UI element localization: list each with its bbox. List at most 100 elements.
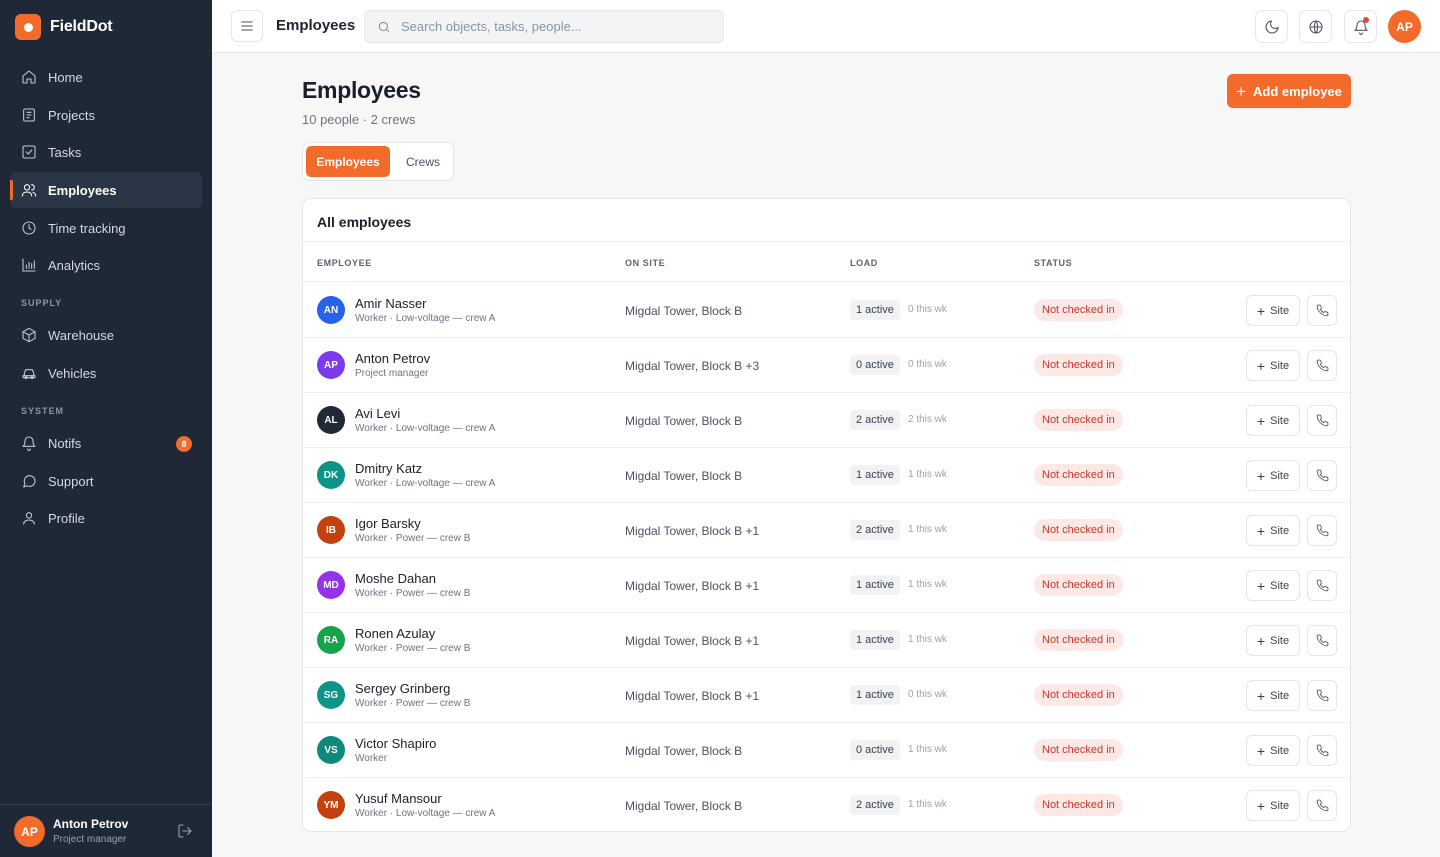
theme-toggle-button[interactable] [1255,10,1288,43]
search-input[interactable] [401,19,701,34]
assign-site-button[interactable]: + Site [1246,680,1300,711]
sidebar-item-home[interactable]: Home [10,59,202,95]
avatar: AN [317,296,345,324]
sidebar-item-time-tracking[interactable]: Time tracking [10,210,202,246]
plus-icon: + [1256,412,1266,429]
home-icon [21,69,37,85]
menu-toggle-button[interactable] [231,10,263,42]
table-row[interactable]: RA Ronen Azulay Worker · Power — crew B Mig… [303,613,1350,668]
table-row[interactable]: IB Igor Barsky Worker · Power — crew B Migd… [303,503,1350,558]
assign-site-button[interactable]: + Site [1246,295,1300,326]
logout-icon[interactable] [177,823,193,839]
status-badge: Not checked in [1034,739,1123,761]
weekly-load: 1 this wk [908,579,947,590]
brand-name: FieldDot [50,18,113,35]
assign-site-button[interactable]: + Site [1246,790,1300,821]
language-button[interactable] [1299,10,1332,43]
assign-site-button[interactable]: + Site [1246,625,1300,656]
sidebar-item-vehicles[interactable]: Vehicles [10,355,202,391]
call-button[interactable] [1307,295,1337,326]
current-user-role: Project manager [53,834,127,845]
notification-count-badge: 8 [176,436,192,452]
call-button[interactable] [1307,790,1337,821]
box-icon [21,327,37,343]
weekly-load: 1 this wk [908,524,947,535]
assign-site-button[interactable]: + Site [1246,735,1300,766]
call-button[interactable] [1307,625,1337,656]
employee-name[interactable]: Victor Shapiro [355,736,436,751]
assign-site-button[interactable]: + Site [1246,405,1300,436]
call-button[interactable] [1307,350,1337,381]
sidebar-section-supply: SUPPLY [21,298,63,308]
on-site-location: Migdal Tower, Block B [625,414,743,428]
employee-role: Worker · Low-voltage — crew A [355,423,496,434]
phone-icon [1316,689,1329,702]
status-badge: Not checked in [1034,629,1123,651]
employee-name[interactable]: Ronen Azulay [355,626,435,641]
weekly-load: 1 this wk [908,469,947,480]
employee-name[interactable]: Igor Barsky [355,516,421,531]
column-header-on-site: ON SITE [625,258,666,268]
assign-site-button[interactable]: + Site [1246,460,1300,491]
sidebar-item-label: Home [48,69,83,85]
employee-role: Worker · Power — crew B [355,698,471,709]
table-row[interactable]: YM Yusuf Mansour Worker · Low-voltage — cr… [303,778,1350,831]
sidebar-item-analytics[interactable]: Analytics [10,247,202,283]
table-row[interactable]: DK Dmitry Katz Worker · Low-voltage — crew… [303,448,1350,503]
call-button[interactable] [1307,570,1337,601]
phone-icon [1316,359,1329,372]
sidebar-item-label: Support [48,473,94,489]
employee-name[interactable]: Sergey Grinberg [355,681,450,696]
add-employee-button[interactable]: + Add employee [1227,74,1351,108]
avatar[interactable]: AP [1388,10,1421,43]
call-button[interactable] [1307,680,1337,711]
brand[interactable]: FieldDot [15,14,113,40]
assign-site-button[interactable]: + Site [1246,350,1300,381]
sidebar-item-tasks[interactable]: Tasks [10,134,202,170]
call-button[interactable] [1307,735,1337,766]
call-button[interactable] [1307,405,1337,436]
site-button-label: Site [1270,304,1290,317]
sidebar-item-label: Warehouse [48,327,114,343]
assign-site-button[interactable]: + Site [1246,515,1300,546]
sidebar-item-profile[interactable]: Profile [10,500,202,536]
site-button-label: Site [1270,689,1290,702]
notifications-button[interactable] [1344,10,1377,43]
weekly-load: 1 this wk [908,799,947,810]
employee-name[interactable]: Moshe Dahan [355,571,436,586]
weekly-load: 1 this wk [908,634,947,645]
sidebar-item-employees[interactable]: Employees [10,172,202,208]
on-site-location: Migdal Tower, Block B +1 [625,689,760,703]
sidebar-item-notifs[interactable]: Notifs 8 [10,425,202,461]
employee-name[interactable]: Avi Levi [355,406,400,421]
avatar[interactable]: AP [14,816,45,847]
tab-crews[interactable]: Crews [395,146,451,177]
table-row[interactable]: SG Sergey Grinberg Worker · Power — crew B… [303,668,1350,723]
weekly-load: 1 this wk [908,744,947,755]
sidebar-item-support[interactable]: Support [10,463,202,499]
phone-icon [1316,744,1329,757]
sidebar-item-label: Time tracking [48,220,126,236]
table-row[interactable]: AL Avi Levi Worker · Low-voltage — crew A M… [303,393,1350,448]
employee-role: Worker [355,753,388,764]
search-box[interactable] [364,10,724,43]
table-row[interactable]: AP Anton Petrov Project manager Migdal Towe… [303,338,1350,393]
assign-site-button[interactable]: + Site [1246,570,1300,601]
employee-name[interactable]: Amir Nasser [355,296,427,311]
car-icon [21,365,37,381]
call-button[interactable] [1307,515,1337,546]
employee-name[interactable]: Anton Petrov [355,351,430,366]
employee-name[interactable]: Yusuf Mansour [355,791,442,806]
site-button-label: Site [1270,744,1290,757]
table-row[interactable]: MD Moshe Dahan Worker · Power — crew B Migd… [303,558,1350,613]
phone-icon [1316,799,1329,812]
phone-icon [1316,304,1329,317]
call-button[interactable] [1307,460,1337,491]
table-row[interactable]: VS Victor Shapiro Worker Migdal Tower, Bloc… [303,723,1350,778]
employee-role: Worker · Low-voltage — crew A [355,478,496,489]
sidebar-item-warehouse[interactable]: Warehouse [10,317,202,353]
employee-name[interactable]: Dmitry Katz [355,461,422,476]
sidebar-item-projects[interactable]: Projects [10,97,202,133]
table-row[interactable]: AN Amir Nasser Worker · Low-voltage — crew… [303,283,1350,338]
tab-employees[interactable]: Employees [306,146,390,177]
